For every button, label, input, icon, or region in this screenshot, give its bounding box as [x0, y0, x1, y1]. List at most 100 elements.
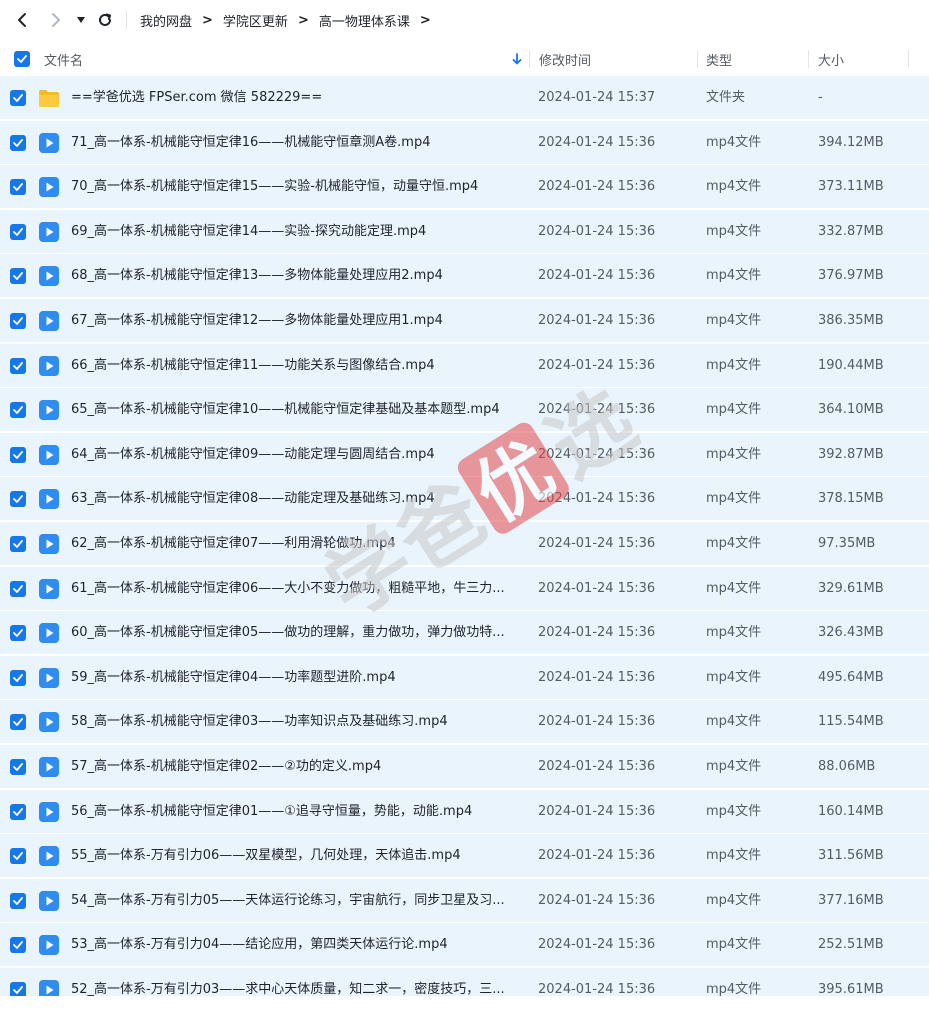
row-checkbox[interactable] [10, 536, 26, 552]
breadcrumb-item-current-folder[interactable]: 高一物理体系课 [319, 11, 410, 30]
row-checkbox[interactable] [10, 848, 26, 865]
table-row[interactable]: 61_高一体系-机械能守恒定律06——大小不变力做功，粗糙平地，牛三力... 20… [0, 566, 929, 611]
table-row[interactable]: 68_高一体系-机械能守恒定律13——多物体能量处理应用2.mp4 2024-01… [0, 254, 929, 299]
table-row[interactable]: 53_高一体系-万有引力04——结论应用，第四类天体运行论.mp4 2024-01… [0, 923, 929, 968]
table-row[interactable]: 67_高一体系-机械能守恒定律12——多物体能量处理应用1.mp4 2024-01… [0, 299, 929, 343]
file-name[interactable]: 58_高一体系-机械能守恒定律03——功率知识点及基础练习.mp4 [71, 700, 448, 744]
table-row[interactable]: 63_高一体系-机械能守恒定律08——动能定理及基础练习.mp4 2024-01-… [0, 477, 929, 522]
column-header-size[interactable]: 大小 [818, 42, 844, 76]
row-checkbox[interactable] [10, 937, 26, 954]
table-row[interactable]: ==学爸优选 FPSer.com 微信 582229== 2024-01-24 1… [0, 76, 929, 120]
file-modified: 2024-01-24 15:36 [538, 625, 656, 641]
row-checkbox[interactable] [10, 313, 26, 329]
table-row[interactable]: 58_高一体系-机械能守恒定律03——功率知识点及基础练习.mp4 2024-01… [0, 700, 929, 745]
table-row[interactable]: 56_高一体系-机械能守恒定律01——①追寻守恒量，势能，动能.mp4 2024-… [0, 789, 929, 834]
row-checkbox[interactable] [10, 402, 26, 419]
row-checkbox[interactable] [10, 90, 26, 106]
column-divider[interactable] [908, 50, 909, 68]
file-size: 97.35MB [818, 536, 876, 551]
file-name[interactable]: 67_高一体系-机械能守恒定律12——多物体能量处理应用1.mp4 [71, 299, 443, 343]
row-checkbox[interactable] [10, 223, 26, 240]
column-divider[interactable] [808, 50, 809, 68]
refresh-icon [99, 13, 111, 26]
file-name[interactable]: 56_高一体系-机械能守恒定律01——①追寻守恒量，势能，动能.mp4 [71, 790, 472, 834]
column-header-type[interactable]: 类型 [706, 42, 732, 76]
file-size: 326.43MB [818, 625, 884, 641]
file-size: 160.14MB [818, 803, 884, 819]
file-name[interactable]: 63_高一体系-机械能守恒定律08——动能定理及基础练习.mp4 [71, 477, 435, 521]
table-row[interactable]: 59_高一体系-机械能守恒定律04——功率题型进阶.mp4 2024-01-24 … [0, 655, 929, 700]
file-name[interactable]: 59_高一体系-机械能守恒定律04——功率题型进阶.mp4 [71, 656, 396, 700]
row-checkbox[interactable] [10, 491, 26, 508]
row-checkbox[interactable] [10, 892, 26, 909]
table-row[interactable]: 62_高一体系-机械能守恒定律07——利用滑轮做功.mp4 2024-01-24 … [0, 522, 929, 566]
file-name[interactable]: 65_高一体系-机械能守恒定律10——机械能守恒定律基础及基本题型.mp4 [71, 388, 500, 432]
row-checkbox[interactable] [10, 357, 26, 374]
column-header-modified[interactable]: 修改时间 [539, 42, 591, 76]
row-checkbox[interactable] [10, 669, 26, 686]
row-checkbox[interactable] [10, 714, 26, 731]
file-name[interactable]: 71_高一体系-机械能守恒定律16——机械能守恒章测A卷.mp4 [71, 121, 431, 165]
row-checkbox[interactable] [10, 580, 26, 597]
file-size: 329.61MB [818, 580, 884, 596]
sort-down-icon[interactable] [512, 42, 522, 76]
file-type: mp4文件 [706, 625, 762, 641]
file-name[interactable]: 53_高一体系-万有引力04——结论应用，第四类天体运行论.mp4 [71, 923, 448, 967]
table-row[interactable]: 65_高一体系-机械能守恒定律10——机械能守恒定律基础及基本题型.mp4 202… [0, 388, 929, 433]
video-file-icon [38, 801, 60, 823]
back-button[interactable] [10, 6, 34, 34]
column-divider[interactable] [529, 50, 530, 68]
column-divider[interactable] [697, 50, 698, 68]
video-file-icon [38, 711, 60, 733]
file-list[interactable]: ==学爸优选 FPSer.com 微信 582229== 2024-01-24 1… [0, 76, 929, 996]
table-row[interactable]: 64_高一体系-机械能守恒定律09——动能定理与圆周结合.mp4 2024-01-… [0, 432, 929, 477]
file-name[interactable]: 66_高一体系-机械能守恒定律11——功能关系与图像结合.mp4 [71, 344, 435, 388]
file-modified: 2024-01-24 15:36 [538, 982, 656, 996]
file-name[interactable]: ==学爸优选 FPSer.com 微信 582229== [71, 76, 322, 120]
history-dropdown-button[interactable] [72, 6, 90, 34]
file-name[interactable]: 69_高一体系-机械能守恒定律14——实验-探究动能定理.mp4 [71, 210, 426, 254]
file-type: mp4文件 [706, 848, 762, 864]
breadcrumb-item-my-drive[interactable]: 我的网盘 [140, 11, 192, 30]
table-row[interactable]: 70_高一体系-机械能守恒定律15——实验-机械能守恒，动量守恒.mp4 2024… [0, 165, 929, 210]
row-checkbox[interactable] [10, 446, 26, 463]
select-all-checkbox[interactable] [14, 42, 30, 76]
table-row[interactable]: 69_高一体系-机械能守恒定律14——实验-探究动能定理.mp4 2024-01-… [0, 209, 929, 254]
file-name[interactable]: 64_高一体系-机械能守恒定律09——动能定理与圆周结合.mp4 [71, 433, 435, 477]
table-row[interactable]: 54_高一体系-万有引力05——天体运行论练习，宇宙航行，同步卫星及习... 20… [0, 878, 929, 923]
row-checkbox[interactable] [10, 759, 26, 775]
file-name[interactable]: 61_高一体系-机械能守恒定律06——大小不变力做功，粗糙平地，牛三力... [71, 567, 505, 611]
row-checkbox[interactable] [10, 625, 26, 642]
file-type: mp4文件 [706, 313, 762, 328]
file-name[interactable]: 62_高一体系-机械能守恒定律07——利用滑轮做功.mp4 [71, 522, 396, 566]
row-checkbox[interactable] [10, 179, 26, 196]
file-modified: 2024-01-24 15:37 [538, 90, 656, 105]
row-checkbox[interactable] [10, 134, 26, 151]
file-modified: 2024-01-24 15:36 [538, 714, 656, 730]
row-checkbox[interactable] [10, 803, 26, 820]
file-name[interactable]: 68_高一体系-机械能守恒定律13——多物体能量处理应用2.mp4 [71, 254, 443, 298]
file-size: 378.15MB [818, 491, 884, 507]
row-checkbox[interactable] [10, 982, 26, 996]
column-header-name[interactable]: 文件名 [44, 42, 83, 76]
table-row[interactable]: 71_高一体系-机械能守恒定律16——机械能守恒章测A卷.mp4 2024-01-… [0, 120, 929, 165]
video-file-icon [38, 845, 60, 867]
breadcrumb-item-academy-updates[interactable]: 学院区更新 [223, 11, 288, 30]
file-name[interactable]: 57_高一体系-机械能守恒定律02——②功的定义.mp4 [71, 745, 381, 789]
table-row[interactable]: 52_高一体系-万有引力03——求中心天体质量，知二求一，密度技巧，三... 20… [0, 968, 929, 996]
file-name[interactable]: 60_高一体系-机械能守恒定律05——做功的理解，重力做功，弹力做功特... [71, 611, 505, 655]
table-row[interactable]: 55_高一体系-万有引力06——双星模型，几何处理，天体追击.mp4 2024-0… [0, 834, 929, 879]
table-row[interactable]: 57_高一体系-机械能守恒定律02——②功的定义.mp4 2024-01-24 1… [0, 745, 929, 789]
file-type: mp4文件 [706, 669, 762, 685]
row-checkbox[interactable] [10, 268, 26, 285]
file-size: 190.44MB [818, 357, 884, 373]
table-row[interactable]: 60_高一体系-机械能守恒定律05——做功的理解，重力做功，弹力做功特... 20… [0, 611, 929, 656]
forward-button[interactable] [44, 6, 68, 34]
file-name[interactable]: 52_高一体系-万有引力03——求中心天体质量，知二求一，密度技巧，三... [71, 968, 505, 996]
file-name[interactable]: 70_高一体系-机械能守恒定律15——实验-机械能守恒，动量守恒.mp4 [71, 165, 478, 209]
table-row[interactable]: 66_高一体系-机械能守恒定律11——功能关系与图像结合.mp4 2024-01-… [0, 343, 929, 388]
file-type: 文件夹 [706, 90, 746, 105]
refresh-button[interactable] [94, 6, 116, 34]
file-name[interactable]: 54_高一体系-万有引力05——天体运行论练习，宇宙航行，同步卫星及习... [71, 879, 505, 923]
file-name[interactable]: 55_高一体系-万有引力06——双星模型，几何处理，天体追击.mp4 [71, 834, 461, 878]
